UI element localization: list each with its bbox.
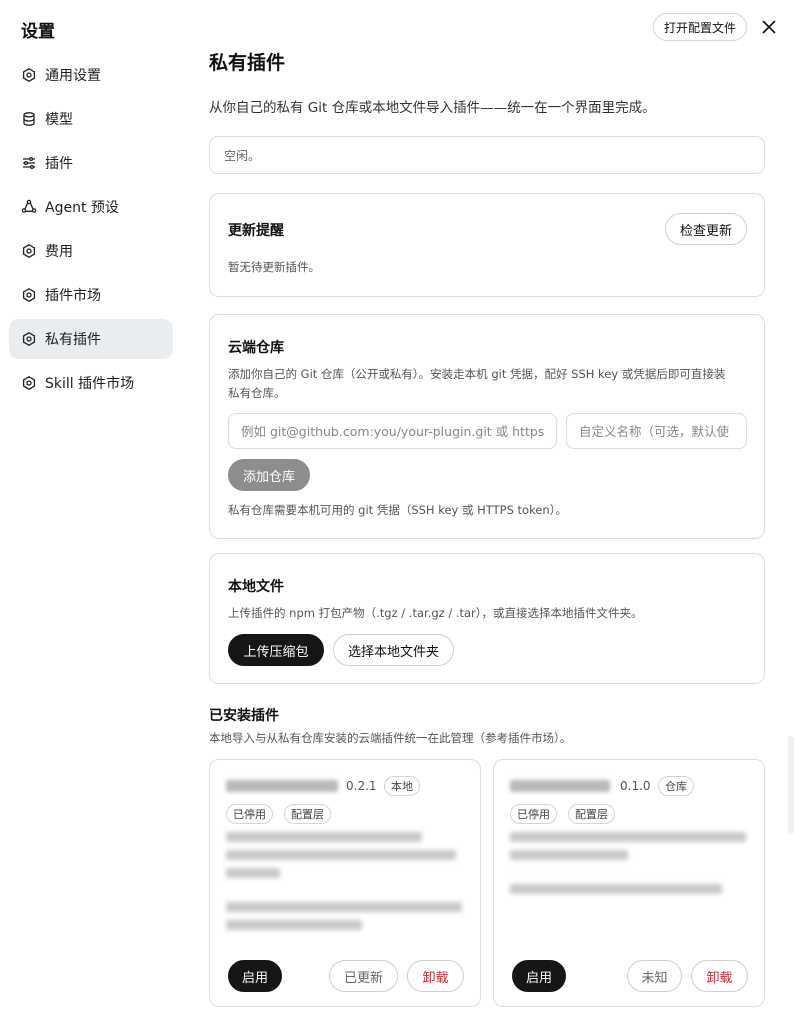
sidebar-nav: 通用设置 模型 插件 Agent 预设 费用 插件市场 私有插件 Skill 插… <box>9 55 173 407</box>
check-updates-button[interactable]: 检查更新 <box>665 213 747 245</box>
installed-desc: 本地导入与从私有仓库安装的云端插件统一在此管理（参考插件市场）。 <box>209 731 572 745</box>
sidebar-item-label: 费用 <box>45 244 73 260</box>
page-title: 私有插件 <box>209 52 286 74</box>
cloud-repo-title: 云端仓库 <box>228 340 284 356</box>
open-config-button[interactable]: 打开配置文件 <box>653 13 748 41</box>
updates-title: 更新提醒 <box>228 223 284 239</box>
upload-archive-button[interactable]: 上传压缩包 <box>228 634 324 666</box>
choose-folder-button[interactable]: 选择本地文件夹 <box>333 634 454 666</box>
plugin-layer-tag: 配置层 <box>284 804 331 824</box>
gear-icon <box>22 68 36 82</box>
local-file-title: 本地文件 <box>228 579 284 595</box>
sliders-icon <box>23 156 35 170</box>
plugin-source-tag: 仓库 <box>658 776 694 796</box>
plugin-desc-redacted <box>226 902 462 912</box>
sidebar-item-general[interactable]: 通用设置 <box>9 55 173 95</box>
installed-title: 已安装插件 <box>209 708 279 724</box>
sidebar-item-label: Skill 插件市场 <box>45 376 135 392</box>
sidebar-item-plugins[interactable]: 插件 <box>9 143 173 183</box>
cloud-repo-desc-line1: 添加你自己的 Git 仓库（公开或私有）。安装走本机 git 凭据，配好 SSH… <box>228 367 726 381</box>
enable-button[interactable]: 启用 <box>228 960 282 992</box>
sidebar-item-label: 插件 <box>45 156 73 172</box>
plugin-desc-redacted <box>510 884 722 894</box>
plugin-name-redacted <box>226 780 338 792</box>
uninstall-button[interactable]: 卸载 <box>407 960 464 992</box>
cloud-repo-card: 云端仓库 添加你自己的 Git 仓库（公开或私有）。安装走本机 git 凭据，配… <box>209 314 765 539</box>
cloud-repo-desc-line2: 私有仓库。 <box>228 386 286 400</box>
plugin-desc-redacted <box>510 850 628 860</box>
uninstall-button[interactable]: 卸载 <box>691 960 748 992</box>
sidebar-item-label: 通用设置 <box>45 68 101 84</box>
sidebar-item-agent-presets[interactable]: Agent 预设 <box>9 187 173 227</box>
local-file-desc: 上传插件的 npm 打包产物（.tgz / .tar.gz / .tar），或直… <box>228 606 643 620</box>
plugin-status-tag: 已停用 <box>510 804 557 824</box>
plugin-source-tag: 本地 <box>384 776 420 796</box>
updates-card: 更新提醒 检查更新 暂无待更新插件。 <box>209 193 765 297</box>
plugin-desc-redacted <box>226 850 456 860</box>
plugin-card: 0.2.1 本地 已停用 配置层 启用 已更新 卸载 <box>209 759 481 1007</box>
scrollbar-thumb[interactable] <box>788 736 794 834</box>
gear-icon <box>22 288 36 302</box>
agent-icon <box>21 199 37 213</box>
page-description: 从你自己的私有 Git 仓库或本地文件导入插件——统一在一个界面里完成。 <box>209 100 656 116</box>
sidebar-item-label: Agent 预设 <box>45 200 119 216</box>
close-button[interactable] <box>757 15 781 39</box>
repo-name-input[interactable] <box>566 413 747 449</box>
plugin-layer-tag: 配置层 <box>568 804 615 824</box>
plugin-update-status-button[interactable]: 未知 <box>627 960 682 992</box>
plugin-desc-redacted <box>226 920 362 930</box>
sidebar-item-private-plugins[interactable]: 私有插件 <box>9 319 173 359</box>
plugin-card: 0.1.0 仓库 已停用 配置层 启用 未知 卸载 <box>493 759 765 1007</box>
sidebar: 设置 通用设置 模型 插件 Agent 预设 费用 插件市场 私有插件 Skil… <box>0 0 190 1031</box>
database-icon <box>23 112 35 126</box>
plugin-desc-redacted <box>226 832 422 842</box>
gear-icon <box>22 244 36 258</box>
close-icon <box>762 20 776 34</box>
sidebar-item-label: 插件市场 <box>45 288 101 304</box>
repo-url-input[interactable] <box>228 413 557 449</box>
plugin-desc-redacted <box>510 832 746 842</box>
sidebar-item-plugin-market[interactable]: 插件市场 <box>9 275 173 315</box>
sidebar-item-models[interactable]: 模型 <box>9 99 173 139</box>
local-file-card: 本地文件 上传插件的 npm 打包产物（.tgz / .tar.gz / .ta… <box>209 553 765 684</box>
status-text: 空闲。 <box>224 148 261 163</box>
plugin-version: 0.2.1 <box>346 779 377 793</box>
updates-empty-text: 暂无待更新插件。 <box>228 260 320 274</box>
plugin-version: 0.1.0 <box>620 779 651 793</box>
sidebar-item-costs[interactable]: 费用 <box>9 231 173 271</box>
enable-button[interactable]: 启用 <box>512 960 566 992</box>
plugin-desc-redacted <box>226 868 280 878</box>
status-box: 空闲。 <box>209 136 765 174</box>
plugin-update-status-button[interactable]: 已更新 <box>329 960 398 992</box>
sidebar-item-label: 模型 <box>45 112 73 128</box>
cloud-repo-note: 私有仓库需要本机可用的 git 凭据（SSH key 或 HTTPS token… <box>228 503 567 517</box>
scrollbar[interactable] <box>788 48 794 1028</box>
app-title: 设置 <box>21 22 55 42</box>
gear-icon <box>22 376 36 390</box>
sidebar-item-skill-market[interactable]: Skill 插件市场 <box>9 363 173 403</box>
gear-icon <box>22 332 36 346</box>
plugin-status-tag: 已停用 <box>226 804 273 824</box>
plugin-name-redacted <box>510 780 610 792</box>
add-repo-button[interactable]: 添加仓库 <box>228 459 310 491</box>
sidebar-item-label: 私有插件 <box>45 332 101 348</box>
settings-window: 设置 通用设置 模型 插件 Agent 预设 费用 插件市场 私有插件 Skil… <box>0 0 794 1031</box>
